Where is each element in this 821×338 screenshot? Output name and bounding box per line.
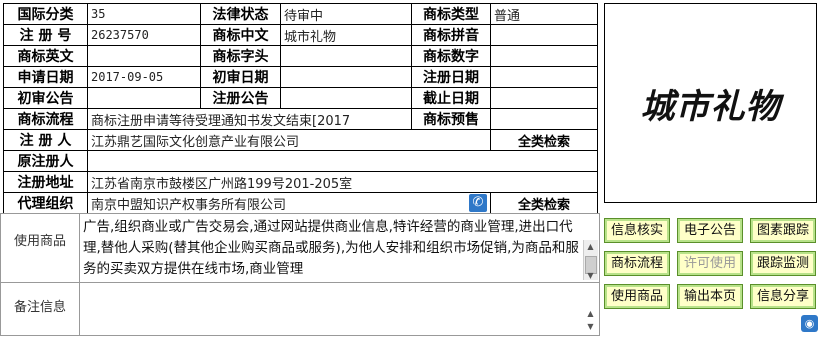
value-reg-no: 26237570 xyxy=(87,24,201,46)
value-mark-process: 商标注册申请等待受理通知书发文结束[2017 xyxy=(87,108,412,130)
value-registrant: 江苏鼎艺国际文化创意产业有限公司 xyxy=(87,129,491,151)
value-mark-initial xyxy=(280,45,412,67)
value-apply-date: 2017-09-05 xyxy=(87,66,201,88)
label-mark-chinese: 商标中文 xyxy=(200,24,281,46)
label-original-registrant: 原注册人 xyxy=(3,150,88,172)
camera-icon[interactable]: ◉ xyxy=(801,315,818,332)
value-mark-type: 普通 xyxy=(490,3,598,25)
label-reg-date: 注册日期 xyxy=(411,66,491,88)
value-mark-english xyxy=(87,45,201,67)
value-reg-date xyxy=(490,66,598,88)
label-prelim-notice: 初审公告 xyxy=(3,87,88,109)
agent-full-search-link[interactable]: 全类检索 xyxy=(490,192,598,214)
value-reg-notice xyxy=(280,87,412,109)
goods-label: 使用商品 xyxy=(13,234,66,249)
label-intl-class: 国际分类 xyxy=(3,3,88,25)
label-apply-date: 申请日期 xyxy=(3,66,88,88)
value-intl-class: 35 xyxy=(87,3,201,25)
goods-remarks-panel: 使用商品 广告,组织商业或广告交易会,通过网站提供商业信息,特许经营的商业管理,… xyxy=(0,213,600,336)
value-mark-pinyin xyxy=(490,24,598,46)
remarks-label: 备注信息 xyxy=(13,300,66,315)
label-reg-address: 注册地址 xyxy=(3,171,88,193)
mark-process-button[interactable]: 商标流程 xyxy=(604,251,670,276)
figure-track-button[interactable]: 图素跟踪 xyxy=(750,218,816,243)
label-deadline: 截止日期 xyxy=(411,87,491,109)
value-legal-status: 待审中 xyxy=(280,3,412,25)
label-reg-notice: 注册公告 xyxy=(200,87,281,109)
panel-divider-horizontal xyxy=(1,282,599,283)
track-monitor-button[interactable]: 跟踪监测 xyxy=(750,251,816,276)
label-registrant: 注 册 人 xyxy=(3,129,88,151)
label-mark-process: 商标流程 xyxy=(3,108,88,130)
share-info-button[interactable]: 信息分享 xyxy=(750,284,816,309)
label-mark-type: 商标类型 xyxy=(411,3,491,25)
value-reg-address: 江苏省南京市鼓楼区广州路199号201-205室 xyxy=(87,171,598,193)
label-prelim-date: 初审日期 xyxy=(200,66,281,88)
export-page-button[interactable]: 输出本页 xyxy=(677,284,743,309)
value-mark-digits xyxy=(490,45,598,67)
info-verify-button[interactable]: 信息核实 xyxy=(604,218,670,243)
license-use-button[interactable]: 许可使用 xyxy=(677,251,743,276)
trademark-info-table: 国际分类 35 法律状态 待审中 商标类型 普通 注 册 号 26237570 … xyxy=(3,3,598,214)
scroll-down-icon[interactable]: ▼ xyxy=(585,271,596,281)
value-original-registrant xyxy=(87,150,598,172)
value-prelim-notice xyxy=(87,87,201,109)
phone-icon[interactable]: ✆ xyxy=(469,193,487,212)
logo-text: 城市礼物 xyxy=(640,86,781,127)
scroll-up-icon[interactable]: ▲ xyxy=(585,242,596,252)
label-agent: 代理组织 xyxy=(3,192,88,214)
remarks-scroll-up-icon[interactable]: ▲ xyxy=(585,309,596,319)
panel-divider-vertical xyxy=(79,214,80,335)
agent-name: 南京中盟知识产权事务所有限公司 xyxy=(91,197,287,213)
value-mark-presale xyxy=(490,108,598,130)
value-mark-chinese: 城市礼物 xyxy=(280,24,412,46)
label-mark-initial: 商标字头 xyxy=(200,45,281,67)
label-mark-pinyin: 商标拼音 xyxy=(411,24,491,46)
trademark-logo-image: 城市礼物 xyxy=(604,3,817,203)
goods-button[interactable]: 使用商品 xyxy=(604,284,670,309)
label-reg-no: 注 册 号 xyxy=(3,24,88,46)
value-deadline xyxy=(490,87,598,109)
goods-textarea[interactable]: 广告,组织商业或广告交易会,通过网站提供商业信息,特许经营的商业管理,进出口代理… xyxy=(83,217,579,279)
registrant-full-search-link[interactable]: 全类检索 xyxy=(490,129,598,151)
value-agent: 南京中盟知识产权事务所有限公司 ✆ xyxy=(87,192,491,214)
label-mark-english: 商标英文 xyxy=(3,45,88,67)
value-prelim-date xyxy=(280,66,412,88)
e-notice-button[interactable]: 电子公告 xyxy=(677,218,743,243)
label-mark-presale: 商标预售 xyxy=(411,108,491,130)
remarks-scroll-down-icon[interactable]: ▼ xyxy=(585,322,596,332)
label-mark-digits: 商标数字 xyxy=(411,45,491,67)
label-legal-status: 法律状态 xyxy=(200,3,281,25)
